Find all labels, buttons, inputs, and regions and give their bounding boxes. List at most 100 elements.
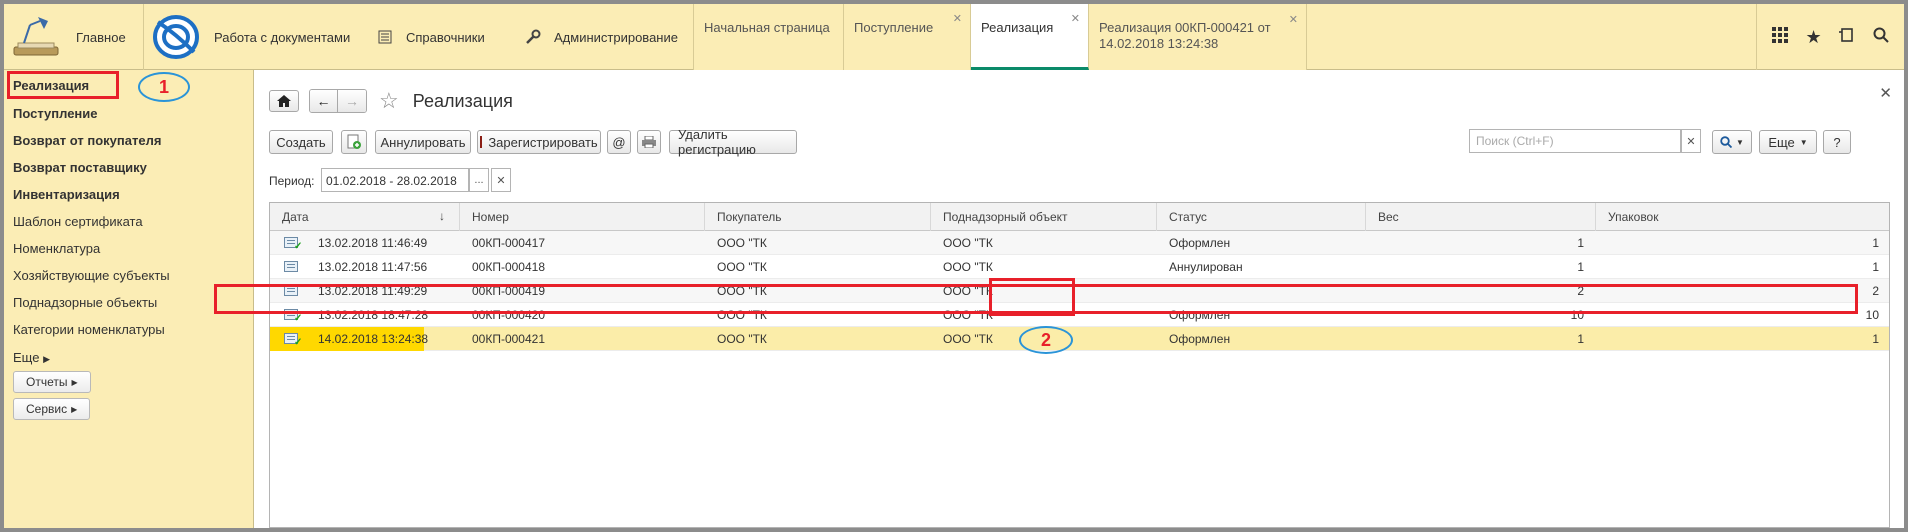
section-documents-label: Работа с документами <box>214 29 351 45</box>
search-input[interactable]: Поиск (Ctrl+F) <box>1469 129 1681 153</box>
sections-panel: Работа с документами Справочники Админис… <box>144 4 694 70</box>
sidebar-item-business-entities[interactable]: Хозяйствующие субъекты <box>13 268 170 283</box>
page-title: Реализация <box>412 90 513 111</box>
close-icon[interactable]: ✕ <box>953 12 962 25</box>
period-input[interactable]: 01.02.2018 - 28.02.2018 <box>321 168 469 192</box>
column-header-number[interactable]: Номер <box>460 203 705 231</box>
close-icon[interactable]: ✕ <box>1289 12 1298 28</box>
create-button-label: Создать <box>276 134 326 150</box>
sidebar-item-return-from-buyer[interactable]: Возврат от покупателя <box>13 133 161 148</box>
annotation-number-1: 1 <box>158 76 169 97</box>
create-button[interactable]: Создать <box>269 130 333 154</box>
tab-sales-label: Реализация <box>981 20 1054 35</box>
reports-button[interactable]: Отчеты ▶ <box>13 371 91 393</box>
register-icon <box>480 136 483 148</box>
email-button[interactable]: @ <box>607 130 631 154</box>
table-row-selected[interactable]: ✓ 14.02.2018 13:24:38 00КП-000421 ООО "Т… <box>270 327 1889 351</box>
sidebar-item-receipt[interactable]: Поступление <box>13 106 98 121</box>
search-options-button[interactable]: ▼ <box>1712 130 1752 154</box>
arrow-right-icon: → <box>345 93 359 109</box>
service-button[interactable]: Сервис ▶ <box>13 398 91 420</box>
more-button-label: Еще <box>1768 134 1795 150</box>
help-button[interactable]: ? <box>1823 130 1851 154</box>
print-button[interactable] <box>637 130 661 154</box>
cell-weight: 1 <box>1577 260 1584 274</box>
cell-buyer: ООО "ТК <box>717 260 767 274</box>
close-form-icon[interactable]: ✕ <box>1879 84 1892 102</box>
printer-icon <box>642 136 656 148</box>
column-header-packs[interactable]: Упаковок <box>1596 203 1891 231</box>
top-right-icons: ★ <box>1756 4 1904 70</box>
sidebar-item-nomenclature-categories[interactable]: Категории номенклатуры <box>13 322 165 337</box>
column-header-object[interactable]: Поднадзорный объект <box>931 203 1157 231</box>
annotation-box-2 <box>989 278 1075 316</box>
sidebar-item-inventory[interactable]: Инвентаризация <box>13 187 120 202</box>
search-icon <box>1720 136 1733 148</box>
triangle-right-icon: ▶ <box>71 404 78 414</box>
more-button[interactable]: Еще ▼ <box>1759 130 1817 154</box>
cell-object: ООО "ТК <box>943 260 993 274</box>
cell-buyer: ООО "ТК <box>717 332 767 346</box>
apps-grid-icon[interactable] <box>1771 26 1788 48</box>
sidebar-item-nomenclature[interactable]: Номенклатура <box>13 241 100 256</box>
sidebar-item-certificate-template[interactable]: Шаблон сертификата <box>13 214 143 229</box>
close-icon[interactable]: ✕ <box>1071 12 1080 25</box>
annotation-box-1 <box>7 71 119 99</box>
history-icon[interactable] <box>1839 27 1855 48</box>
cell-object: ООО "ТК <box>943 236 993 250</box>
cell-buyer: ООО "ТК <box>717 236 767 250</box>
sidebar-more[interactable]: Еще ▶ <box>13 350 50 365</box>
register-button[interactable]: Зарегистрировать <box>477 130 601 154</box>
forward-button[interactable]: → <box>338 90 366 112</box>
clear-search-button[interactable]: ✕ <box>1681 129 1701 153</box>
column-header-date[interactable]: Дата ↓ <box>270 203 460 231</box>
cell-status: Оформлен <box>1169 332 1231 346</box>
copy-doc-icon <box>347 134 361 149</box>
column-header-status[interactable]: Статус <box>1157 203 1366 231</box>
cell-object: ООО "ТК <box>943 332 993 346</box>
column-header-buyer[interactable]: Покупатель <box>705 203 931 231</box>
home-section[interactable]: Главное <box>4 4 144 70</box>
sidebar-item-supervised-objects[interactable]: Поднадзорные объекты <box>13 295 157 310</box>
period-value: 01.02.2018 - 28.02.2018 <box>326 174 457 188</box>
doc-ok-icon: ✓ <box>284 333 302 348</box>
period-select-button[interactable]: ... <box>469 168 489 192</box>
delete-registration-button[interactable]: Удалить регистрацию <box>669 127 797 157</box>
table-row[interactable]: 13.02.2018 11:47:56 00КП-000418 ООО "ТК … <box>270 255 1889 279</box>
cell-status: Оформлен <box>1169 236 1231 250</box>
home-button[interactable] <box>269 90 299 112</box>
list-icon <box>376 28 394 46</box>
section-directories[interactable]: Справочники <box>376 4 485 70</box>
annul-button[interactable]: Аннулировать <box>375 130 471 154</box>
cell-number: 00КП-000417 <box>472 236 546 250</box>
cell-number: 00КП-000418 <box>472 260 546 274</box>
favorite-star-icon[interactable]: ☆ <box>379 88 399 114</box>
arrow-left-icon: ← <box>316 93 331 109</box>
copy-button[interactable] <box>341 130 367 154</box>
dropdown-icon: ▼ <box>1736 137 1744 147</box>
register-button-label: Зарегистрировать <box>488 134 598 150</box>
star-icon[interactable]: ★ <box>1806 27 1822 48</box>
tab-sales-document[interactable]: Реализация 00КП-000421 от 14.02.2018 13:… <box>1089 4 1307 70</box>
back-button[interactable]: ← <box>310 90 338 112</box>
sidebar-item-return-to-supplier[interactable]: Возврат поставщику <box>13 160 147 175</box>
search-placeholder: Поиск (Ctrl+F) <box>1476 134 1554 148</box>
search-icon[interactable] <box>1873 27 1889 48</box>
cell-packs: 1 <box>1872 260 1879 274</box>
section-documents[interactable]: Работа с документами <box>214 4 350 70</box>
desk-lamp-icon <box>10 15 62 59</box>
column-date-label: Дата <box>282 210 309 224</box>
column-header-weight[interactable]: Вес <box>1366 203 1596 231</box>
table-row[interactable]: ✓ 13.02.2018 11:46:49 00КП-000417 ООО "Т… <box>270 231 1889 255</box>
period-label: Период: <box>269 174 315 188</box>
period-clear-button[interactable]: ✕ <box>491 168 511 192</box>
section-administration[interactable]: Администрирование <box>524 4 678 70</box>
annotation-number-2: 2 <box>1040 329 1051 350</box>
ellipsis-icon: ... <box>474 174 484 186</box>
delete-registration-label: Удалить регистрацию <box>678 127 756 157</box>
wrench-icon <box>524 28 542 46</box>
cell-date: 13.02.2018 11:47:56 <box>318 260 428 274</box>
tab-receipt[interactable]: Поступление ✕ <box>844 4 971 70</box>
tab-home-page[interactable]: Начальная страница <box>694 4 844 70</box>
tab-sales[interactable]: Реализация ✕ <box>971 4 1089 70</box>
